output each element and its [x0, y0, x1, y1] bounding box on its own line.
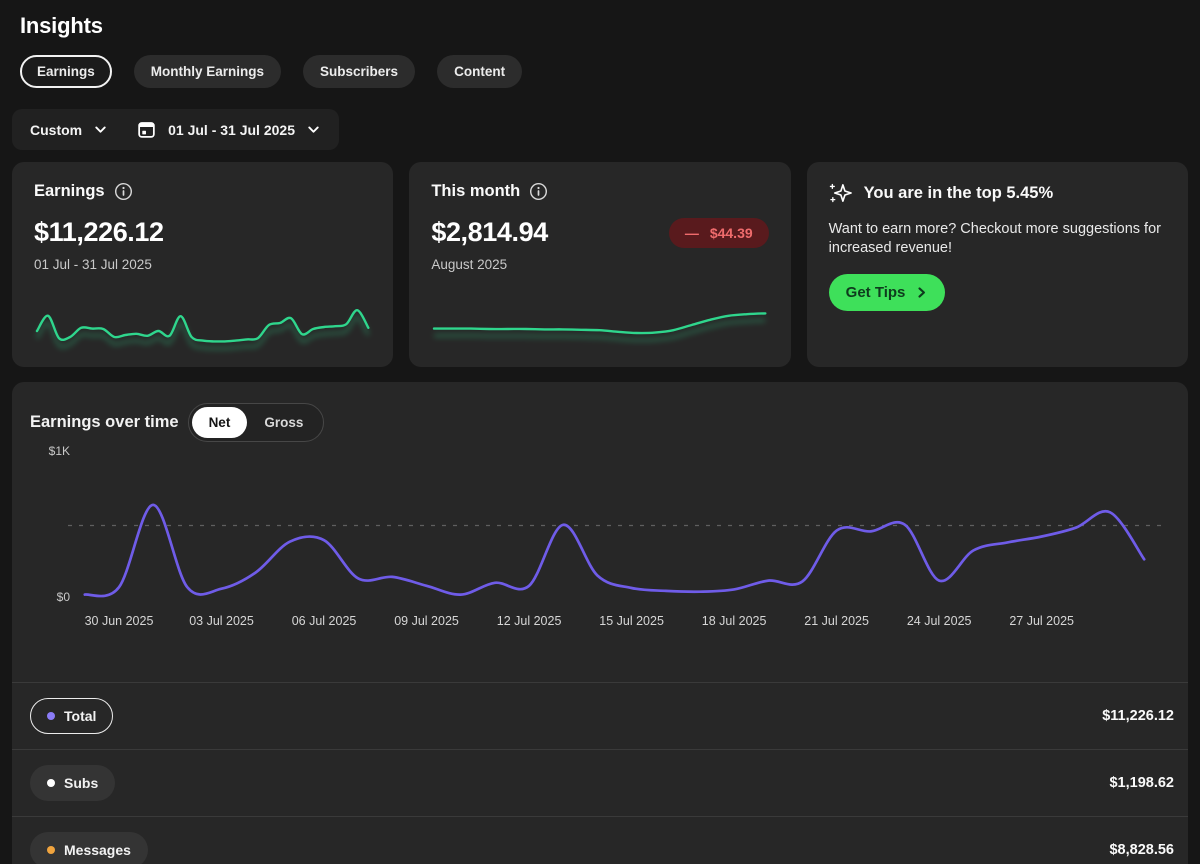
date-range-label: 01 Jul - 31 Jul 2025	[168, 121, 295, 138]
x-axis-label: 03 Jul 2025	[189, 614, 254, 628]
x-axis-label: 09 Jul 2025	[394, 614, 459, 628]
tab-content[interactable]: Content	[437, 55, 523, 88]
legend-row-messages: Messages $8,828.56	[12, 816, 1188, 864]
x-axis-label: 06 Jul 2025	[291, 614, 357, 628]
series-summary-rows: Total $11,226.12 Subs $1,198.62 Messages…	[12, 682, 1188, 864]
x-axis-label: 21 Jul 2025	[804, 614, 869, 628]
this-month-period: August 2025	[431, 257, 508, 272]
series-dot-total	[47, 712, 55, 720]
series-value-subs: $1,198.62	[1109, 775, 1174, 791]
toggle-net[interactable]: Net	[191, 406, 248, 438]
tab-subscribers[interactable]: Subscribers	[303, 55, 416, 88]
legend-pill-messages[interactable]: Messages	[30, 832, 148, 864]
sparkle-icon	[829, 183, 852, 203]
x-axis-label: 18 Jul 2025	[701, 614, 767, 628]
tab-earnings[interactable]: Earnings	[20, 55, 112, 88]
earnings-card-title: Earnings	[34, 182, 105, 200]
top-percent-card: You are in the top 5.45% Want to earn mo…	[806, 162, 1188, 367]
legend-pill-total[interactable]: Total	[30, 698, 114, 734]
page-title: Insights	[20, 13, 103, 38]
info-icon[interactable]	[529, 182, 548, 201]
range-preset-label: Custom	[30, 121, 83, 138]
this-month-sparkline-chart	[433, 312, 767, 342]
date-filter-bar: Custom 01 Jul - 31 Jul 2025	[12, 109, 339, 150]
insights-page: Insights Earnings Monthly Earnings Subscri…	[0, 0, 1200, 864]
this-month-amount: $2,814.94	[431, 217, 548, 247]
get-tips-button[interactable]: Get Tips	[828, 274, 946, 312]
x-axis-label: 27 Jul 2025	[1009, 614, 1074, 628]
x-axis-label: 24 Jul 2025	[906, 614, 972, 628]
earnings-sparkline-chart	[35, 309, 370, 351]
this-month-card: This month $2,814.94 — $44.39 August 202…	[409, 162, 791, 367]
series-value-total: $11,226.12	[1102, 708, 1174, 724]
this-month-card-title: This month	[431, 182, 521, 200]
series-value-messages: $8,828.56	[1109, 842, 1174, 858]
x-axis-label: 12 Jul 2025	[496, 614, 562, 628]
tab-monthly-earnings[interactable]: Monthly Earnings	[133, 55, 282, 88]
earnings-amount: $11,226.12	[34, 217, 164, 247]
x-axis-labels: 30 Jun 2025 03 Jul 2025 06 Jul 2025 09 Jul …	[12, 614, 1188, 632]
earnings-line-chart: $1K $0 30 Jun 2025 03 Jul 2025 06 Jul 2025…	[12, 442, 1188, 642]
series-label-total: Total	[64, 708, 97, 724]
date-range-dropdown[interactable]: 01 Jul - 31 Jul 2025	[122, 109, 335, 150]
top-percent-title: You are in the top 5.45%	[863, 184, 1054, 202]
chevron-down-icon	[95, 126, 106, 133]
series-label-messages: Messages	[64, 842, 131, 858]
chevron-right-icon	[918, 287, 926, 298]
earnings-period: 01 Jul - 31 Jul 2025	[34, 257, 152, 272]
series-dot-messages	[47, 846, 55, 854]
decline-amount: $44.39	[709, 224, 753, 241]
chevron-down-icon	[308, 126, 319, 133]
series-dot-subs	[47, 779, 55, 787]
top-percent-body: Want to earn more? Checkout more suggest…	[828, 221, 1161, 257]
summary-cards: Earnings $11,226.12 01 Jul - 31 Jul 2025…	[12, 162, 1188, 367]
insights-tabs: Earnings Monthly Earnings Subscribers Conte…	[12, 55, 1188, 88]
decline-badge: — $44.39	[668, 217, 769, 248]
legend-pill-subs[interactable]: Subs	[30, 765, 116, 801]
chart-title: Earnings over time	[30, 412, 179, 431]
x-axis-label: 30 Jun 2025	[84, 614, 154, 628]
line-chart-canvas	[68, 503, 1164, 598]
legend-row-total: Total $11,226.12	[12, 682, 1188, 749]
info-icon[interactable]	[114, 182, 133, 201]
toggle-gross[interactable]: Gross	[247, 407, 320, 438]
earnings-over-time-card: Earnings over time Net Gross $1K $0 30 J…	[12, 382, 1188, 864]
legend-row-subs: Subs $1,198.62	[12, 749, 1188, 816]
x-axis-label: 15 Jul 2025	[599, 614, 664, 628]
net-gross-toggle: Net Gross	[187, 402, 325, 442]
calendar-icon	[138, 122, 155, 138]
range-preset-dropdown[interactable]: Custom	[16, 109, 122, 150]
series-label-subs: Subs	[64, 775, 99, 791]
minus-icon: —	[684, 224, 699, 241]
get-tips-label: Get Tips	[845, 284, 906, 302]
earnings-card: Earnings $11,226.12 01 Jul - 31 Jul 2025	[12, 162, 394, 367]
